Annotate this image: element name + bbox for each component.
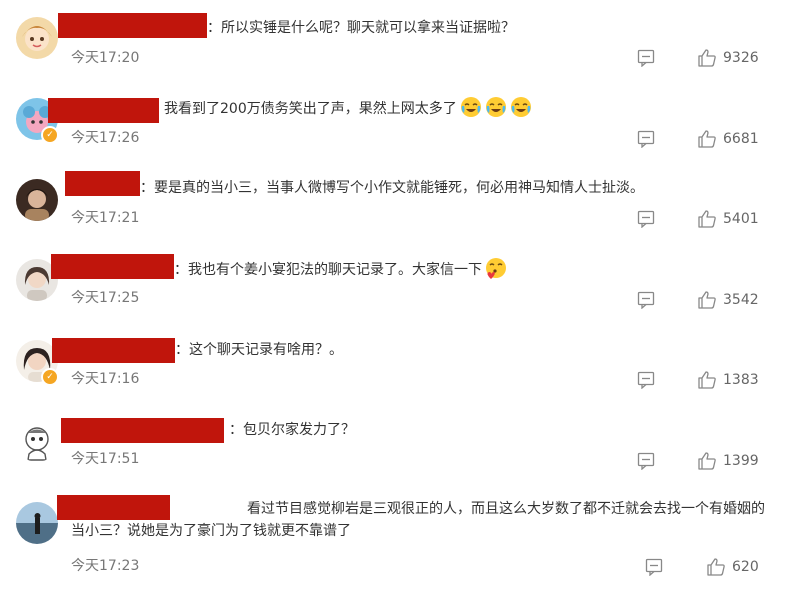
comment-time: 今天17:51 (71, 451, 140, 467)
redacted-username (52, 338, 175, 363)
sketch-cartoon-avatar[interactable] (16, 420, 58, 462)
comment-text: ：包贝尔家发力了？ (229, 422, 355, 438)
like-button[interactable]: 1383 (697, 370, 759, 390)
comment-reply-icon[interactable] (637, 130, 655, 148)
comment-time: 今天17:20 (71, 50, 140, 66)
thumbs-up-icon (698, 210, 716, 228)
comment-reply-icon[interactable] (637, 371, 655, 389)
comment-text-body: 我看到了200万债务笑出了声，果然上网太多了 (164, 101, 457, 117)
thumbs-up-icon (698, 49, 716, 67)
comment-time: 今天17:26 (71, 130, 140, 146)
kissing-heart-emoji (486, 258, 506, 279)
comment-item: ：所以实锤是什么呢？聊天就可以拿来当证据啦？ 今天17:20 9326 (0, 0, 799, 80)
comment-reply-icon[interactable] (637, 210, 655, 228)
like-count: 5401 (723, 211, 759, 227)
comment-text: ：这个聊天记录有啥用？。 (175, 342, 343, 358)
comment-text: ：我也有个姜小宴犯法的聊天记录了。大家信一下 (174, 257, 507, 281)
person-photo-avatar[interactable] (16, 179, 58, 221)
like-count: 9326 (723, 50, 759, 66)
like-button[interactable]: 3542 (697, 290, 759, 310)
like-count: 1383 (723, 372, 759, 388)
comment-time: 今天17:25 (71, 290, 140, 306)
like-button[interactable]: 1399 (697, 451, 759, 471)
comment-text-body: 看过节目感觉柳岩是三观很正的人，而且这么大岁数了都不迁就会去找一个有婚姻的当小三… (71, 501, 765, 539)
comment-time: 今天17:16 (71, 371, 140, 387)
like-count: 6681 (723, 131, 759, 147)
like-button[interactable]: 5401 (697, 209, 759, 229)
thumbs-up-icon (707, 558, 725, 576)
comment-reply-icon[interactable] (645, 558, 663, 576)
comment-item: ✓ 我看到了200万债务笑出了声，果然上网太多了 今天17:26 6681 (0, 80, 799, 160)
comment-item: ✓ ：这个聊天记录有啥用？。 今天17:16 1383 (0, 320, 799, 400)
thumbs-up-icon (698, 130, 716, 148)
comment-reply-icon[interactable] (637, 452, 655, 470)
like-count: 620 (732, 559, 759, 575)
crying-laughing-emoji (510, 97, 531, 117)
comment-reply-icon[interactable] (637, 49, 655, 67)
crying-laughing-emoji (460, 97, 481, 117)
verified-badge-icon: ✓ (41, 368, 59, 386)
comment-time: 今天17:21 (71, 210, 140, 226)
comment-item: ：要是真的当小三，当事人微博写个小作文就能锤死，何必用神马知情人士扯淡。 今天1… (0, 160, 799, 240)
comment-item: ：我也有个姜小宴犯法的聊天记录了。大家信一下 今天17:25 3542 (0, 240, 799, 320)
like-button[interactable]: 9326 (697, 48, 759, 68)
verified-badge-icon: ✓ (41, 126, 59, 144)
comment-time: 今天17:23 (71, 558, 140, 574)
comment-text-body: ：我也有个姜小宴犯法的聊天记录了。大家信一下 (174, 262, 482, 278)
comment-item: ：包贝尔家发力了？ 今天17:51 1399 (0, 400, 799, 482)
thumbs-up-icon (698, 291, 716, 309)
thumbs-up-icon (698, 452, 716, 470)
comment-text: 看过节目感觉柳岩是三观很正的人，而且这么大岁数了都不迁就会去找一个有婚姻的当小三… (0, 498, 770, 542)
redacted-username (61, 418, 224, 443)
like-button[interactable]: 6681 (697, 129, 759, 149)
like-button[interactable]: 620 (706, 557, 759, 577)
comment-text: ：所以实锤是什么呢？聊天就可以拿来当证据啦？ (207, 20, 515, 36)
redacted-username (65, 171, 140, 196)
redacted-username (58, 13, 207, 38)
cartoon-girl-avatar[interactable] (16, 17, 58, 59)
like-count: 3542 (723, 292, 759, 308)
thumbs-up-icon (698, 371, 716, 389)
like-count: 1399 (723, 453, 759, 469)
comment-text: ：要是真的当小三，当事人微博写个小作文就能锤死，何必用神马知情人士扯淡。 (140, 180, 644, 196)
comment-reply-icon[interactable] (637, 291, 655, 309)
redacted-username (48, 98, 159, 123)
redacted-username (51, 254, 174, 279)
comment-text: 我看到了200万债务笑出了声，果然上网太多了 (164, 96, 532, 120)
comment-item: 看过节目感觉柳岩是三观很正的人，而且这么大岁数了都不迁就会去找一个有婚姻的当小三… (0, 482, 799, 594)
crying-laughing-emoji (485, 97, 506, 117)
